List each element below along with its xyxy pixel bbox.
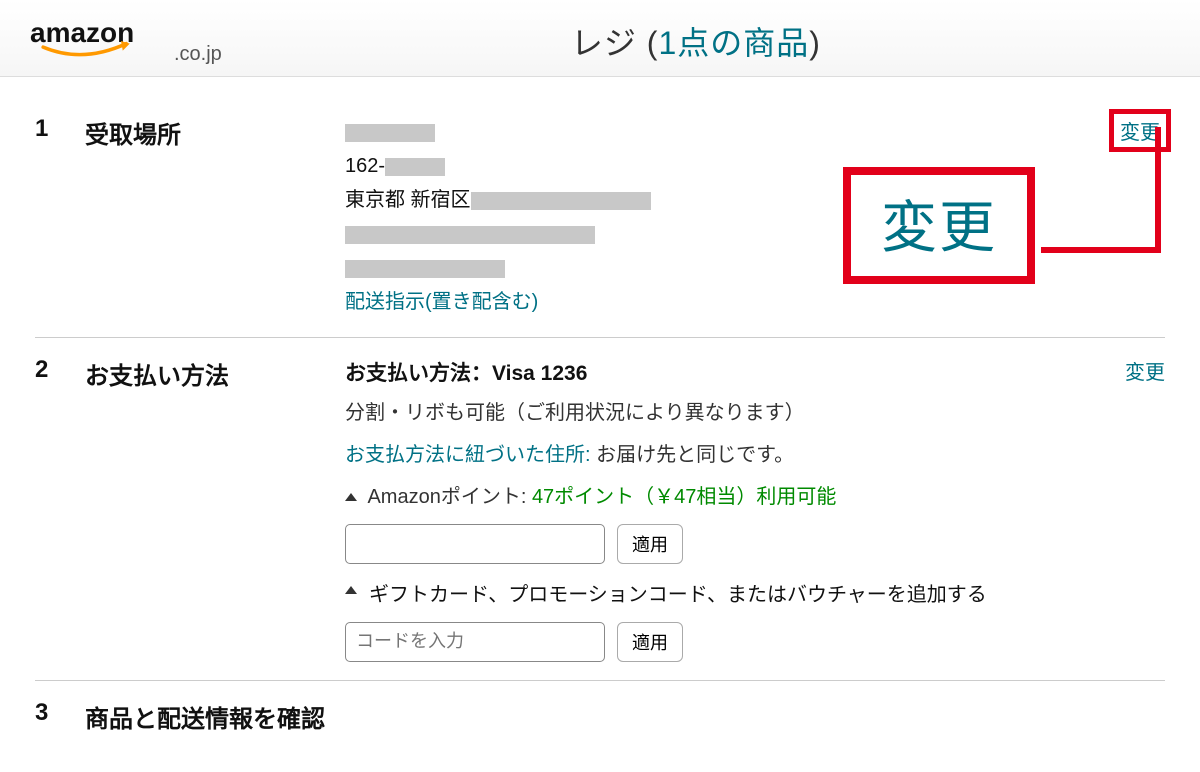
gift-card-label: ギフトカード、プロモーションコード、またはバウチャーを追加する xyxy=(369,578,987,612)
amazon-logo-icon: amazon xyxy=(30,15,170,60)
chevron-up-icon xyxy=(345,586,357,594)
redacted-line5 xyxy=(345,260,505,278)
section-payment: 2 お支払い方法 お支払い方法：Visa 1236 分割・リボも可能（ご利用状況… xyxy=(35,338,1165,681)
section-title: 受取場所 xyxy=(85,115,345,319)
shipping-address: 162- 東京都 新宿区 配送指示(置き配含む) xyxy=(345,115,1165,319)
redacted-line4 xyxy=(345,226,595,244)
gift-card-expander[interactable]: ギフトカード、プロモーションコード、またはバウチャーを追加する xyxy=(345,578,995,612)
item-count-link[interactable]: 1点の商品 xyxy=(658,25,809,61)
section-title: 商品と配送情報を確認 xyxy=(85,699,325,734)
section-number: 1 xyxy=(35,115,85,319)
section-number: 2 xyxy=(35,356,85,662)
section-number: 3 xyxy=(35,699,85,734)
change-payment-link[interactable]: 変更 xyxy=(1125,356,1165,662)
annotation-highlight-small: 変更 xyxy=(1109,109,1171,152)
annotation-connector-v xyxy=(1155,127,1161,247)
apply-code-button[interactable]: 適用 xyxy=(617,622,683,662)
billing-address-value: お届け先と同じです。 xyxy=(591,444,795,466)
logo-tld: .co.jp xyxy=(174,43,222,66)
points-label: Amazonポイント: xyxy=(367,486,531,508)
page-title: レジ (1点の商品) xyxy=(222,18,1170,64)
payment-body: お支払い方法：Visa 1236 分割・リボも可能（ご利用状況により異なります）… xyxy=(345,356,1125,662)
annotation-connector-h xyxy=(1041,247,1161,253)
points-available: 47ポイント（￥47相当）利用可能 xyxy=(532,486,837,508)
redacted-name xyxy=(345,124,435,142)
points-input[interactable] xyxy=(345,524,605,564)
svg-text:amazon: amazon xyxy=(30,17,134,48)
annotation-callout-big: 変更 xyxy=(843,167,1035,284)
page-header: amazon .co.jp レジ (1点の商品) xyxy=(0,0,1200,77)
delivery-instructions-link[interactable]: 配送指示(置き配含む) xyxy=(345,285,1165,319)
postal-prefix: 162- xyxy=(345,155,385,177)
section-shipping: 1 受取場所 162- 東京都 新宿区 配送指示(置き配含む) 変更 変更 xyxy=(35,97,1165,338)
chevron-up-icon xyxy=(345,493,357,501)
redacted-postal xyxy=(385,158,445,176)
section-title: お支払い方法 xyxy=(85,356,345,662)
checkout-content: 1 受取場所 162- 東京都 新宿区 配送指示(置き配含む) 変更 変更 2 … xyxy=(0,77,1200,772)
section-review: 3 商品と配送情報を確認 xyxy=(35,681,1165,752)
apply-points-button[interactable]: 適用 xyxy=(617,524,683,564)
city-prefix: 東京都 新宿区 xyxy=(345,189,471,211)
billing-address-label[interactable]: お支払方法に紐づいた住所: xyxy=(345,444,591,466)
promo-code-input[interactable] xyxy=(345,622,605,662)
redacted-street xyxy=(471,192,651,210)
points-row[interactable]: Amazonポイント: 47ポイント（￥47相当）利用可能 xyxy=(345,480,1125,514)
installment-note: 分割・リボも可能（ご利用状況により異なります） xyxy=(345,396,1125,430)
payment-method-title: お支払い方法：Visa 1236 xyxy=(345,356,1125,392)
logo[interactable]: amazon .co.jp xyxy=(30,15,222,66)
